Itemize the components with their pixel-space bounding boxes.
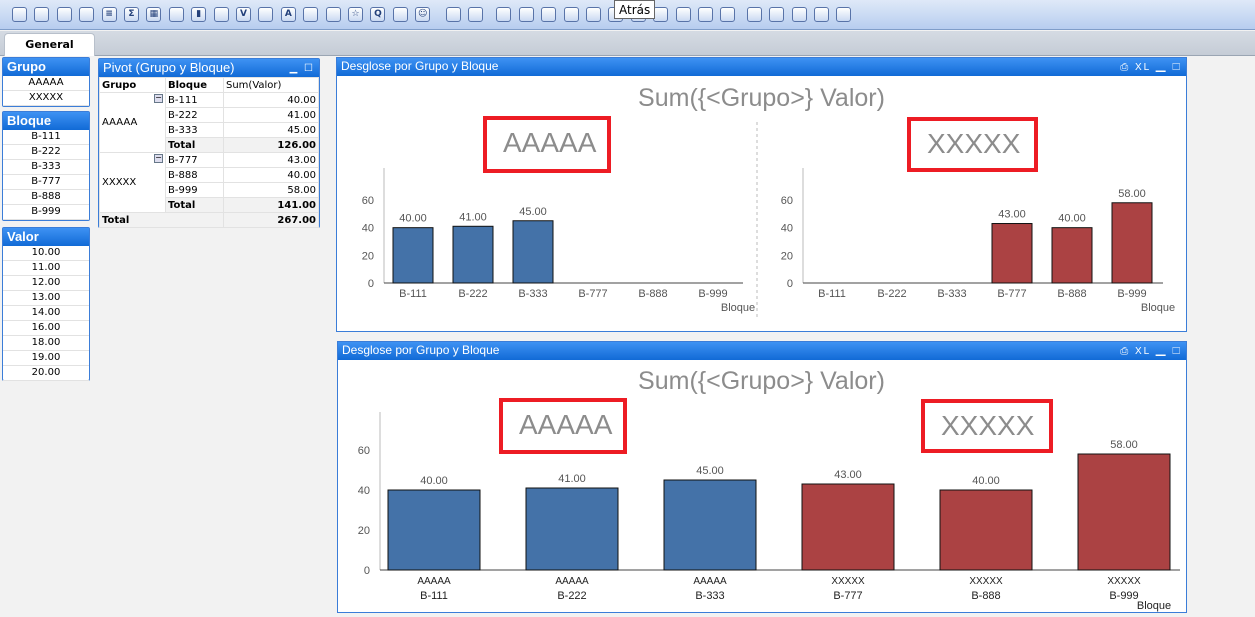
x-tick-group-label: XXXXX (1107, 576, 1141, 587)
bar[interactable] (512, 220, 554, 284)
bar[interactable] (663, 479, 757, 571)
x-tick-label: B-333 (518, 288, 547, 300)
bar[interactable] (1051, 227, 1093, 284)
group-label-xxxxx: XXXXX (921, 399, 1053, 453)
y-tick-label: 40 (358, 485, 370, 497)
x-tick-group-label: AAAAA (417, 576, 451, 587)
x-tick-label: B-333 (695, 590, 724, 602)
y-tick-label: 0 (364, 565, 370, 577)
data-label: 40.00 (420, 475, 448, 487)
y-tick-label: 60 (362, 195, 374, 207)
bar[interactable] (1111, 202, 1153, 284)
bar[interactable] (801, 483, 895, 571)
group-label-aaaaa: AAAAA (499, 398, 627, 454)
x-tick-label: B-111 (399, 288, 427, 300)
x-tick-label: B-999 (1117, 288, 1146, 300)
bar[interactable] (1077, 453, 1171, 571)
x-tick-label: B-111 (818, 288, 846, 300)
y-tick-label: 40 (362, 223, 374, 235)
x-tick-label: B-777 (833, 590, 862, 602)
data-label: 40.00 (972, 475, 1000, 487)
x-tick-label: B-222 (458, 288, 487, 300)
bar[interactable] (525, 487, 619, 571)
data-label: 58.00 (1110, 439, 1138, 451)
bar[interactable] (991, 223, 1033, 284)
x-tick-label: B-111 (420, 590, 448, 602)
data-label: 41.00 (558, 473, 586, 485)
charts-svg: 0 20 40 60 B-111 40.00 B-222 41.00 B-333 45.00 B-7… (358, 122, 1180, 612)
x-axis-title: Bloque (1141, 302, 1175, 314)
x-axis-title: Bloque (721, 302, 755, 314)
x-tick-label: B-888 (638, 288, 667, 300)
y-tick-label: 0 (368, 278, 374, 290)
x-tick-label: B-888 (1057, 288, 1086, 300)
x-tick-label: B-888 (971, 590, 1000, 602)
data-label: 43.00 (998, 209, 1026, 221)
y-tick-label: 60 (358, 445, 370, 457)
x-axis-title: Bloque (1137, 600, 1171, 612)
x-tick-label: B-999 (698, 288, 727, 300)
data-label: 58.00 (1118, 188, 1146, 200)
data-label: 41.00 (459, 211, 487, 223)
y-tick-label: 60 (781, 195, 793, 207)
data-label: 40.00 (399, 213, 427, 225)
x-tick-label: B-777 (578, 288, 607, 300)
y-tick-label: 40 (781, 223, 793, 235)
data-label: 45.00 (696, 465, 724, 477)
y-tick-label: 20 (781, 250, 793, 262)
x-tick-group-label: XXXXX (969, 576, 1003, 587)
x-tick-group-label: AAAAA (555, 576, 589, 587)
data-label: 45.00 (519, 206, 547, 218)
y-tick-label: 20 (358, 525, 370, 537)
x-tick-label: B-999 (1109, 590, 1138, 602)
bar[interactable] (452, 225, 494, 284)
data-label: 43.00 (834, 469, 862, 481)
x-tick-group-label: XXXXX (831, 576, 865, 587)
x-tick-label: B-777 (997, 288, 1026, 300)
bar[interactable] (939, 489, 1033, 571)
x-tick-label: B-333 (937, 288, 966, 300)
x-tick-group-label: AAAAA (693, 576, 727, 587)
y-tick-label: 20 (362, 250, 374, 262)
bar[interactable] (392, 227, 434, 284)
bar[interactable] (387, 489, 481, 571)
x-tick-label: B-222 (557, 590, 586, 602)
y-tick-label: 0 (787, 278, 793, 290)
data-label: 40.00 (1058, 213, 1086, 225)
x-tick-label: B-222 (877, 288, 906, 300)
